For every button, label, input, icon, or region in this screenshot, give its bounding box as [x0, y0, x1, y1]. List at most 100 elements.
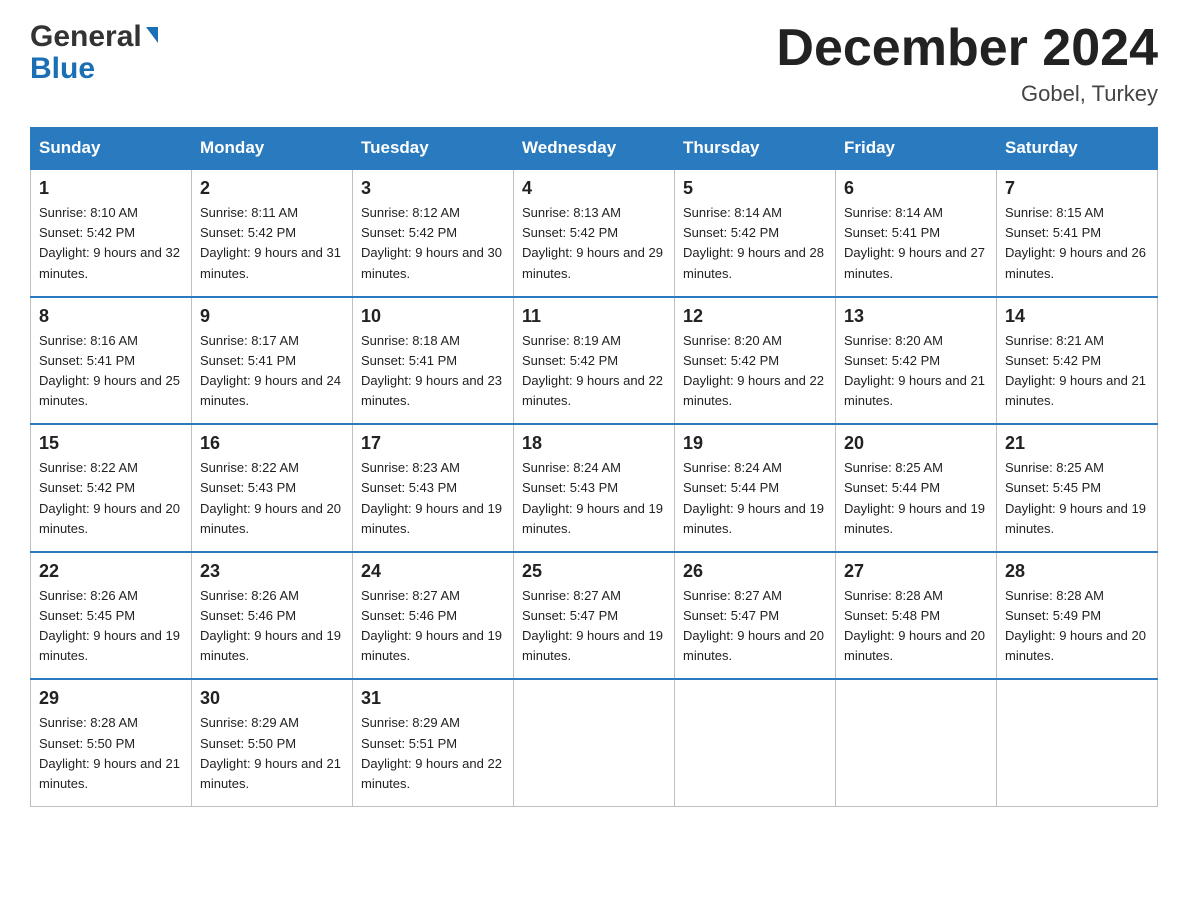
col-saturday: Saturday — [997, 128, 1158, 170]
day-number: 1 — [39, 178, 183, 199]
table-row: 3 Sunrise: 8:12 AMSunset: 5:42 PMDaylight… — [353, 169, 514, 297]
day-number: 10 — [361, 306, 505, 327]
table-row — [836, 679, 997, 806]
day-info: Sunrise: 8:27 AMSunset: 5:46 PMDaylight:… — [361, 588, 502, 663]
col-wednesday: Wednesday — [514, 128, 675, 170]
title-block: December 2024 Gobel, Turkey — [776, 20, 1158, 107]
table-row: 20Sunrise: 8:25 AMSunset: 5:44 PMDayligh… — [836, 424, 997, 552]
calendar-week-row: 1 Sunrise: 8:10 AMSunset: 5:42 PMDaylight… — [31, 169, 1158, 297]
day-info: Sunrise: 8:27 AMSunset: 5:47 PMDaylight:… — [683, 588, 824, 663]
day-number: 21 — [1005, 433, 1149, 454]
day-number: 4 — [522, 178, 666, 199]
day-number: 28 — [1005, 561, 1149, 582]
day-info: Sunrise: 8:28 AMSunset: 5:49 PMDaylight:… — [1005, 588, 1146, 663]
day-info: Sunrise: 8:15 AMSunset: 5:41 PMDaylight:… — [1005, 205, 1146, 280]
day-number: 24 — [361, 561, 505, 582]
calendar-table: Sunday Monday Tuesday Wednesday Thursday… — [30, 127, 1158, 807]
table-row: 16 Sunrise: 8:22 AMSunset: 5:43 PMDayligh… — [192, 424, 353, 552]
logo: General Blue — [30, 20, 158, 84]
calendar-week-row: 22 Sunrise: 8:26 AMSunset: 5:45 PMDayligh… — [31, 552, 1158, 680]
logo-arrow-icon — [146, 27, 158, 43]
table-row: 30Sunrise: 8:29 AMSunset: 5:50 PMDayligh… — [192, 679, 353, 806]
day-number: 19 — [683, 433, 827, 454]
day-number: 5 — [683, 178, 827, 199]
day-info: Sunrise: 8:24 AMSunset: 5:44 PMDaylight:… — [683, 460, 824, 535]
day-info: Sunrise: 8:17 AMSunset: 5:41 PMDaylight:… — [200, 333, 341, 408]
day-info: Sunrise: 8:26 AMSunset: 5:45 PMDaylight:… — [39, 588, 180, 663]
table-row: 31 Sunrise: 8:29 AMSunset: 5:51 PMDayligh… — [353, 679, 514, 806]
day-number: 18 — [522, 433, 666, 454]
table-row: 22 Sunrise: 8:26 AMSunset: 5:45 PMDayligh… — [31, 552, 192, 680]
table-row: 11Sunrise: 8:19 AMSunset: 5:42 PMDayligh… — [514, 297, 675, 425]
day-info: Sunrise: 8:24 AMSunset: 5:43 PMDaylight:… — [522, 460, 663, 535]
table-row: 6Sunrise: 8:14 AMSunset: 5:41 PMDaylight… — [836, 169, 997, 297]
table-row: 15 Sunrise: 8:22 AMSunset: 5:42 PMDayligh… — [31, 424, 192, 552]
day-number: 12 — [683, 306, 827, 327]
table-row: 10 Sunrise: 8:18 AMSunset: 5:41 PMDayligh… — [353, 297, 514, 425]
col-sunday: Sunday — [31, 128, 192, 170]
day-number: 20 — [844, 433, 988, 454]
day-number: 13 — [844, 306, 988, 327]
table-row: 8 Sunrise: 8:16 AMSunset: 5:41 PMDaylight… — [31, 297, 192, 425]
table-row — [675, 679, 836, 806]
table-row — [514, 679, 675, 806]
table-row: 4 Sunrise: 8:13 AMSunset: 5:42 PMDaylight… — [514, 169, 675, 297]
page-header: General Blue December 2024 Gobel, Turkey — [30, 20, 1158, 107]
day-number: 16 — [200, 433, 344, 454]
table-row: 13 Sunrise: 8:20 AMSunset: 5:42 PMDayligh… — [836, 297, 997, 425]
day-info: Sunrise: 8:14 AMSunset: 5:42 PMDaylight:… — [683, 205, 824, 280]
table-row: 28 Sunrise: 8:28 AMSunset: 5:49 PMDayligh… — [997, 552, 1158, 680]
table-row: 24 Sunrise: 8:27 AMSunset: 5:46 PMDayligh… — [353, 552, 514, 680]
day-number: 30 — [200, 688, 344, 709]
day-info: Sunrise: 8:20 AMSunset: 5:42 PMDaylight:… — [844, 333, 985, 408]
day-info: Sunrise: 8:29 AMSunset: 5:51 PMDaylight:… — [361, 715, 502, 790]
day-number: 7 — [1005, 178, 1149, 199]
day-info: Sunrise: 8:16 AMSunset: 5:41 PMDaylight:… — [39, 333, 180, 408]
day-number: 23 — [200, 561, 344, 582]
calendar-header-row: Sunday Monday Tuesday Wednesday Thursday… — [31, 128, 1158, 170]
day-number: 9 — [200, 306, 344, 327]
table-row: 14 Sunrise: 8:21 AMSunset: 5:42 PMDayligh… — [997, 297, 1158, 425]
col-thursday: Thursday — [675, 128, 836, 170]
day-info: Sunrise: 8:11 AMSunset: 5:42 PMDaylight:… — [200, 205, 341, 280]
day-number: 31 — [361, 688, 505, 709]
calendar-week-row: 29Sunrise: 8:28 AMSunset: 5:50 PMDayligh… — [31, 679, 1158, 806]
day-number: 15 — [39, 433, 183, 454]
logo-general: General — [30, 20, 142, 54]
day-number: 27 — [844, 561, 988, 582]
day-number: 11 — [522, 306, 666, 327]
day-info: Sunrise: 8:22 AMSunset: 5:42 PMDaylight:… — [39, 460, 180, 535]
col-tuesday: Tuesday — [353, 128, 514, 170]
month-year-title: December 2024 — [776, 20, 1158, 77]
day-number: 3 — [361, 178, 505, 199]
day-number: 29 — [39, 688, 183, 709]
day-number: 22 — [39, 561, 183, 582]
day-info: Sunrise: 8:12 AMSunset: 5:42 PMDaylight:… — [361, 205, 502, 280]
day-info: Sunrise: 8:22 AMSunset: 5:43 PMDaylight:… — [200, 460, 341, 535]
day-info: Sunrise: 8:23 AMSunset: 5:43 PMDaylight:… — [361, 460, 502, 535]
day-info: Sunrise: 8:26 AMSunset: 5:46 PMDaylight:… — [200, 588, 341, 663]
day-info: Sunrise: 8:13 AMSunset: 5:42 PMDaylight:… — [522, 205, 663, 280]
day-info: Sunrise: 8:10 AMSunset: 5:42 PMDaylight:… — [39, 205, 180, 280]
table-row: 5 Sunrise: 8:14 AMSunset: 5:42 PMDaylight… — [675, 169, 836, 297]
table-row: 1 Sunrise: 8:10 AMSunset: 5:42 PMDaylight… — [31, 169, 192, 297]
day-info: Sunrise: 8:21 AMSunset: 5:42 PMDaylight:… — [1005, 333, 1146, 408]
day-number: 8 — [39, 306, 183, 327]
table-row: 27Sunrise: 8:28 AMSunset: 5:48 PMDayligh… — [836, 552, 997, 680]
day-number: 6 — [844, 178, 988, 199]
table-row: 29Sunrise: 8:28 AMSunset: 5:50 PMDayligh… — [31, 679, 192, 806]
table-row: 12Sunrise: 8:20 AMSunset: 5:42 PMDayligh… — [675, 297, 836, 425]
calendar-week-row: 15 Sunrise: 8:22 AMSunset: 5:42 PMDayligh… — [31, 424, 1158, 552]
day-info: Sunrise: 8:27 AMSunset: 5:47 PMDaylight:… — [522, 588, 663, 663]
col-monday: Monday — [192, 128, 353, 170]
table-row: 25Sunrise: 8:27 AMSunset: 5:47 PMDayligh… — [514, 552, 675, 680]
location-subtitle: Gobel, Turkey — [776, 81, 1158, 107]
logo-blue: Blue — [30, 54, 95, 84]
table-row: 23 Sunrise: 8:26 AMSunset: 5:46 PMDayligh… — [192, 552, 353, 680]
day-info: Sunrise: 8:25 AMSunset: 5:45 PMDaylight:… — [1005, 460, 1146, 535]
table-row — [997, 679, 1158, 806]
day-info: Sunrise: 8:18 AMSunset: 5:41 PMDaylight:… — [361, 333, 502, 408]
table-row: 17Sunrise: 8:23 AMSunset: 5:43 PMDayligh… — [353, 424, 514, 552]
table-row: 26Sunrise: 8:27 AMSunset: 5:47 PMDayligh… — [675, 552, 836, 680]
day-number: 14 — [1005, 306, 1149, 327]
